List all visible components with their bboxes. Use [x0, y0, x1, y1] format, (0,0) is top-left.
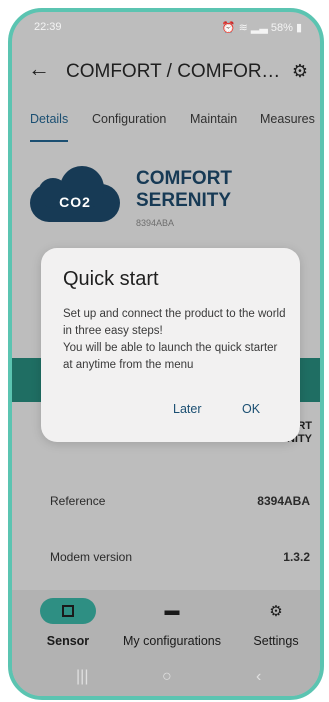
back-arrow-icon[interactable]: ←: [28, 56, 50, 82]
battery-level: 58%: [270, 22, 293, 34]
gear-plus-icon[interactable]: ⚙: [292, 61, 308, 82]
status-time: 22:39: [34, 21, 62, 33]
battery-icon: ▮: [295, 22, 302, 34]
active-nav-pill: [40, 598, 96, 624]
product-name-line2: SERENITY: [136, 190, 232, 211]
tab-bar: Details Configuration Maintain Measures: [12, 106, 320, 142]
info-label: Modem version: [50, 550, 133, 564]
co2-cloud-icon: CO2: [30, 166, 120, 222]
nav-settings[interactable]: ⚙ Settings: [226, 590, 320, 654]
quick-start-dialog: Quick start Set up and connect the produ…: [41, 248, 300, 442]
bottom-nav: Sensor ▬ My configurations ⚙ Settings: [12, 590, 320, 654]
product-name-line1: COMFORT: [136, 168, 233, 189]
gear-icon: ⚙: [269, 603, 283, 620]
info-value: 8394ABA: [257, 494, 310, 508]
tab-measures[interactable]: Measures: [260, 112, 315, 126]
nav-my-configurations[interactable]: ▬ My configurations: [116, 590, 228, 654]
dialog-body-line2: You will be able to launch the quick sta…: [63, 342, 278, 371]
tab-maintain[interactable]: Maintain: [190, 112, 237, 126]
page-title: COMFORT / COMFORT...: [66, 61, 286, 82]
info-row-reference: Reference 8394ABA: [12, 486, 320, 516]
info-label: Reference: [50, 494, 106, 508]
system-nav-bar: ||| ○ ‹: [12, 654, 320, 696]
status-icons: ⏰ ≋ ▂▃ 58% ▮: [222, 21, 302, 34]
nav-label-sensor: Sensor: [46, 634, 90, 648]
active-tab-indicator: [30, 140, 68, 142]
sensor-icon: [62, 605, 74, 617]
nav-sensor[interactable]: Sensor: [18, 590, 118, 654]
status-bar: 22:39 ⏰ ≋ ▂▃ 58% ▮: [12, 12, 320, 46]
info-row-modem-version: Modem version 1.3.2: [12, 542, 320, 572]
recents-button[interactable]: |||: [76, 668, 88, 686]
signal-icon: ▂▃: [250, 22, 268, 34]
product-name: COMFORT SERENITY: [136, 168, 232, 212]
home-button[interactable]: ○: [162, 668, 172, 686]
nav-label-settings: Settings: [253, 634, 299, 648]
nav-label-my-configurations: My configurations: [123, 634, 221, 648]
info-value: 1.3.2: [283, 550, 310, 564]
dialog-body: Set up and connect the product to the wo…: [63, 306, 287, 374]
wifi-icon: ≋: [238, 22, 248, 34]
later-button[interactable]: Later: [173, 402, 202, 416]
app-header: ← COMFORT / COMFORT... ⚙: [12, 46, 320, 106]
product-reference: 8394ABA: [136, 218, 175, 228]
alarm-icon: ⏰: [221, 22, 236, 34]
co2-label: CO2: [59, 194, 91, 210]
tab-details[interactable]: Details: [30, 112, 68, 126]
dialog-body-line1: Set up and connect the product to the wo…: [63, 308, 286, 337]
dialog-title: Quick start: [63, 268, 159, 290]
folder-icon: ▬: [164, 602, 180, 619]
system-back-button[interactable]: ‹: [256, 668, 261, 686]
tab-configuration[interactable]: Configuration: [92, 112, 166, 126]
ok-button[interactable]: OK: [242, 402, 260, 416]
